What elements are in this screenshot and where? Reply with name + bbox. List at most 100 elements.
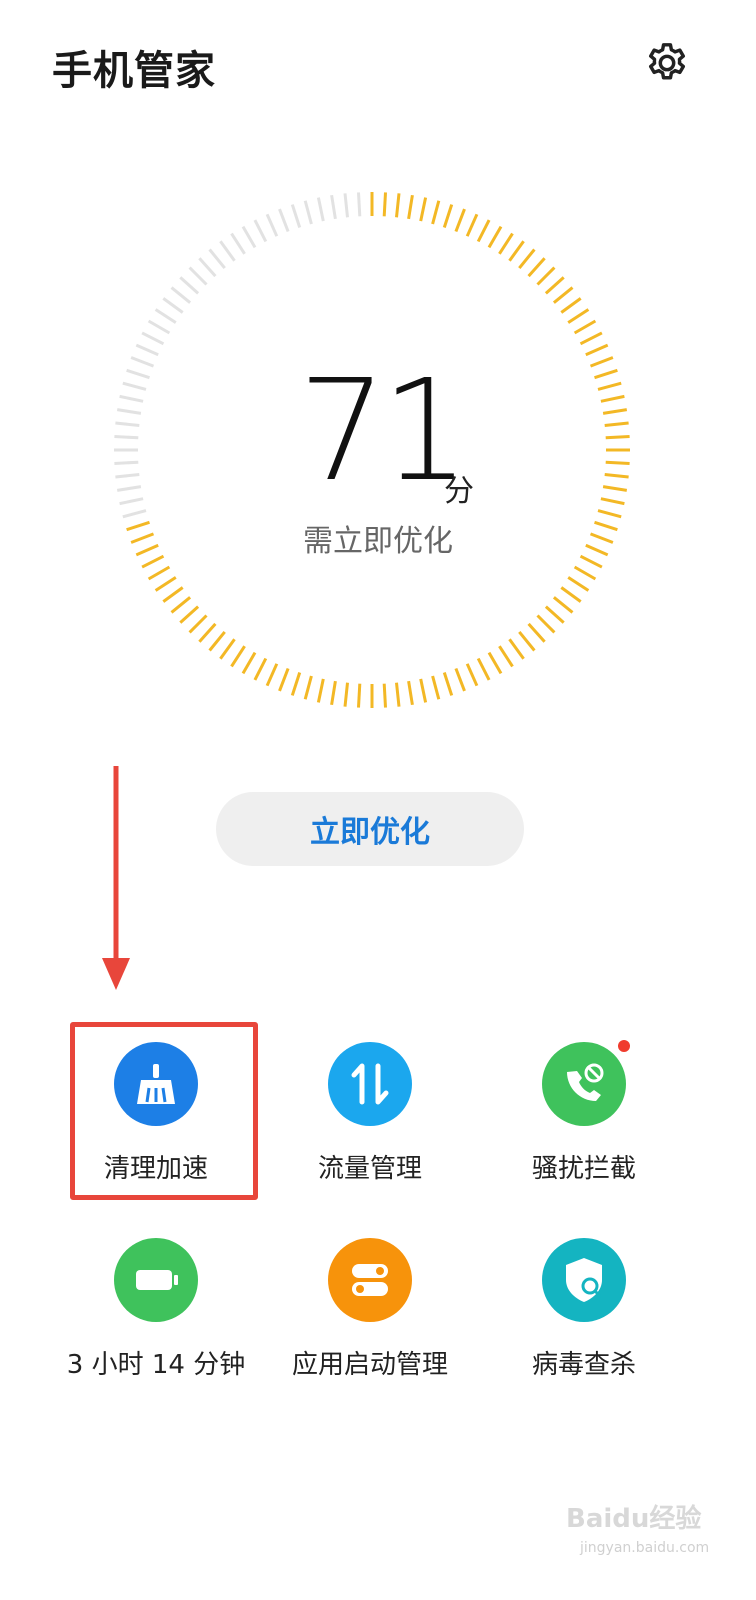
gauge-tick bbox=[198, 622, 217, 643]
optimize-now-button[interactable]: 立即优化 bbox=[216, 792, 524, 866]
gauge-tick bbox=[116, 485, 142, 492]
gauge-tick bbox=[162, 297, 184, 314]
gauge-tick bbox=[605, 460, 630, 465]
gauge-tick bbox=[253, 657, 268, 681]
gauge-tick bbox=[579, 331, 603, 346]
phone-block-icon bbox=[542, 1040, 630, 1126]
gauge-tick bbox=[454, 667, 466, 692]
gauge-tick bbox=[419, 678, 428, 703]
gauge-tick bbox=[130, 356, 155, 368]
gauge-tick bbox=[518, 630, 536, 652]
gauge-tick bbox=[290, 204, 302, 228]
gauge-tick bbox=[303, 675, 313, 700]
gauge-tick bbox=[147, 319, 171, 335]
gauge-tick bbox=[487, 651, 503, 675]
gauge-tick bbox=[115, 421, 140, 427]
gauge-tick bbox=[343, 193, 349, 218]
gauge-tick bbox=[241, 651, 257, 675]
gauge-tick bbox=[476, 657, 491, 681]
gauge-tick bbox=[114, 435, 139, 440]
gauge-tick bbox=[154, 576, 177, 592]
gauge-tick bbox=[395, 682, 401, 707]
tool-virus-scan[interactable]: 病毒查杀 bbox=[484, 1238, 684, 1381]
gauge-tick bbox=[122, 381, 147, 391]
score-value: 71 bbox=[298, 350, 470, 513]
gauge-tick bbox=[278, 208, 290, 233]
gauge-tick bbox=[442, 672, 454, 696]
gauge-tick bbox=[602, 408, 628, 415]
gauge-tick bbox=[135, 343, 159, 357]
gauge-tick bbox=[230, 232, 246, 255]
gauge-tick bbox=[536, 266, 556, 286]
gauge-tick bbox=[476, 219, 491, 243]
gauge-tick bbox=[316, 678, 325, 703]
gauge-tick bbox=[382, 683, 387, 708]
gauge-tick bbox=[119, 497, 144, 506]
tool-label: 病毒查杀 bbox=[531, 1350, 636, 1380]
gauge-tick bbox=[147, 565, 171, 581]
tool-battery[interactable]: 3 小时 14 分钟 bbox=[56, 1238, 256, 1381]
gauge-tick bbox=[330, 194, 337, 220]
gauge-tick bbox=[179, 605, 200, 624]
tool-label: 骚扰拦截 bbox=[531, 1154, 636, 1184]
shield-scan-icon bbox=[542, 1238, 626, 1322]
gauge-tick bbox=[567, 308, 590, 324]
watermark-logo: Baidu经验 bbox=[566, 1504, 702, 1534]
gauge-tick bbox=[560, 297, 582, 314]
tool-app-launch[interactable]: 应用启动管理 bbox=[270, 1238, 470, 1381]
gauge-tick bbox=[119, 394, 144, 403]
tool-label: 应用启动管理 bbox=[291, 1350, 448, 1380]
gauge-tick bbox=[442, 204, 454, 228]
gauge-tick bbox=[316, 197, 325, 222]
gauge-tick bbox=[278, 667, 290, 692]
gauge-tick bbox=[115, 473, 140, 479]
gauge-tick bbox=[498, 645, 514, 668]
gauge-tick bbox=[241, 225, 257, 249]
gauge-tick bbox=[265, 213, 279, 237]
gauge-tick bbox=[170, 596, 192, 614]
gauge-tick bbox=[230, 645, 246, 668]
score-status: 需立即优化 bbox=[303, 524, 453, 559]
gauge-tick bbox=[604, 473, 629, 479]
tool-clean-boost[interactable]: 清理加速 bbox=[56, 1042, 256, 1185]
gauge-tick bbox=[170, 286, 192, 304]
battery-icon bbox=[114, 1238, 198, 1322]
gauge-tick bbox=[188, 614, 208, 634]
gauge-tick bbox=[303, 200, 313, 225]
gauge-tick bbox=[431, 675, 441, 700]
gauge-tick bbox=[600, 497, 625, 506]
gauge-tick bbox=[126, 368, 150, 380]
gauge-tick bbox=[265, 663, 279, 687]
gauge-tick bbox=[357, 192, 362, 217]
gauge-tick bbox=[544, 605, 565, 624]
gauge-tick bbox=[431, 200, 441, 225]
gauge-tick bbox=[527, 622, 546, 643]
gauge-tick bbox=[527, 257, 546, 278]
data-transfer-icon bbox=[328, 1042, 412, 1126]
gauge-tick bbox=[465, 663, 479, 687]
tool-harassment-block[interactable]: 骚扰拦截 bbox=[484, 1040, 684, 1185]
tool-label: 流量管理 bbox=[317, 1154, 422, 1184]
broom-icon bbox=[114, 1042, 198, 1126]
gauge-tick bbox=[141, 331, 165, 346]
score-unit: 分 bbox=[444, 474, 474, 509]
gauge-tick bbox=[116, 408, 142, 415]
gauge-tick bbox=[382, 192, 387, 217]
gauge-tick bbox=[407, 680, 414, 706]
gauge-tick bbox=[208, 630, 226, 652]
gauge-tick bbox=[544, 276, 565, 295]
gauge-tick bbox=[357, 683, 362, 708]
gauge-tick bbox=[605, 435, 630, 440]
gauge-tick bbox=[198, 257, 217, 278]
gauge-tick bbox=[208, 248, 226, 270]
gauge-tick bbox=[487, 225, 503, 249]
tool-label: 清理加速 bbox=[103, 1154, 208, 1184]
gauge-tick bbox=[594, 368, 618, 380]
watermark-url: jingyan.baidu.com bbox=[580, 1540, 710, 1556]
gauge-tick bbox=[419, 197, 428, 222]
gauge-tick bbox=[162, 586, 184, 603]
tool-data-management[interactable]: 流量管理 bbox=[270, 1042, 470, 1185]
gauge-tick bbox=[465, 213, 479, 237]
gauge-tick bbox=[552, 286, 574, 304]
tool-label: 3 小时 14 分钟 bbox=[66, 1350, 246, 1380]
